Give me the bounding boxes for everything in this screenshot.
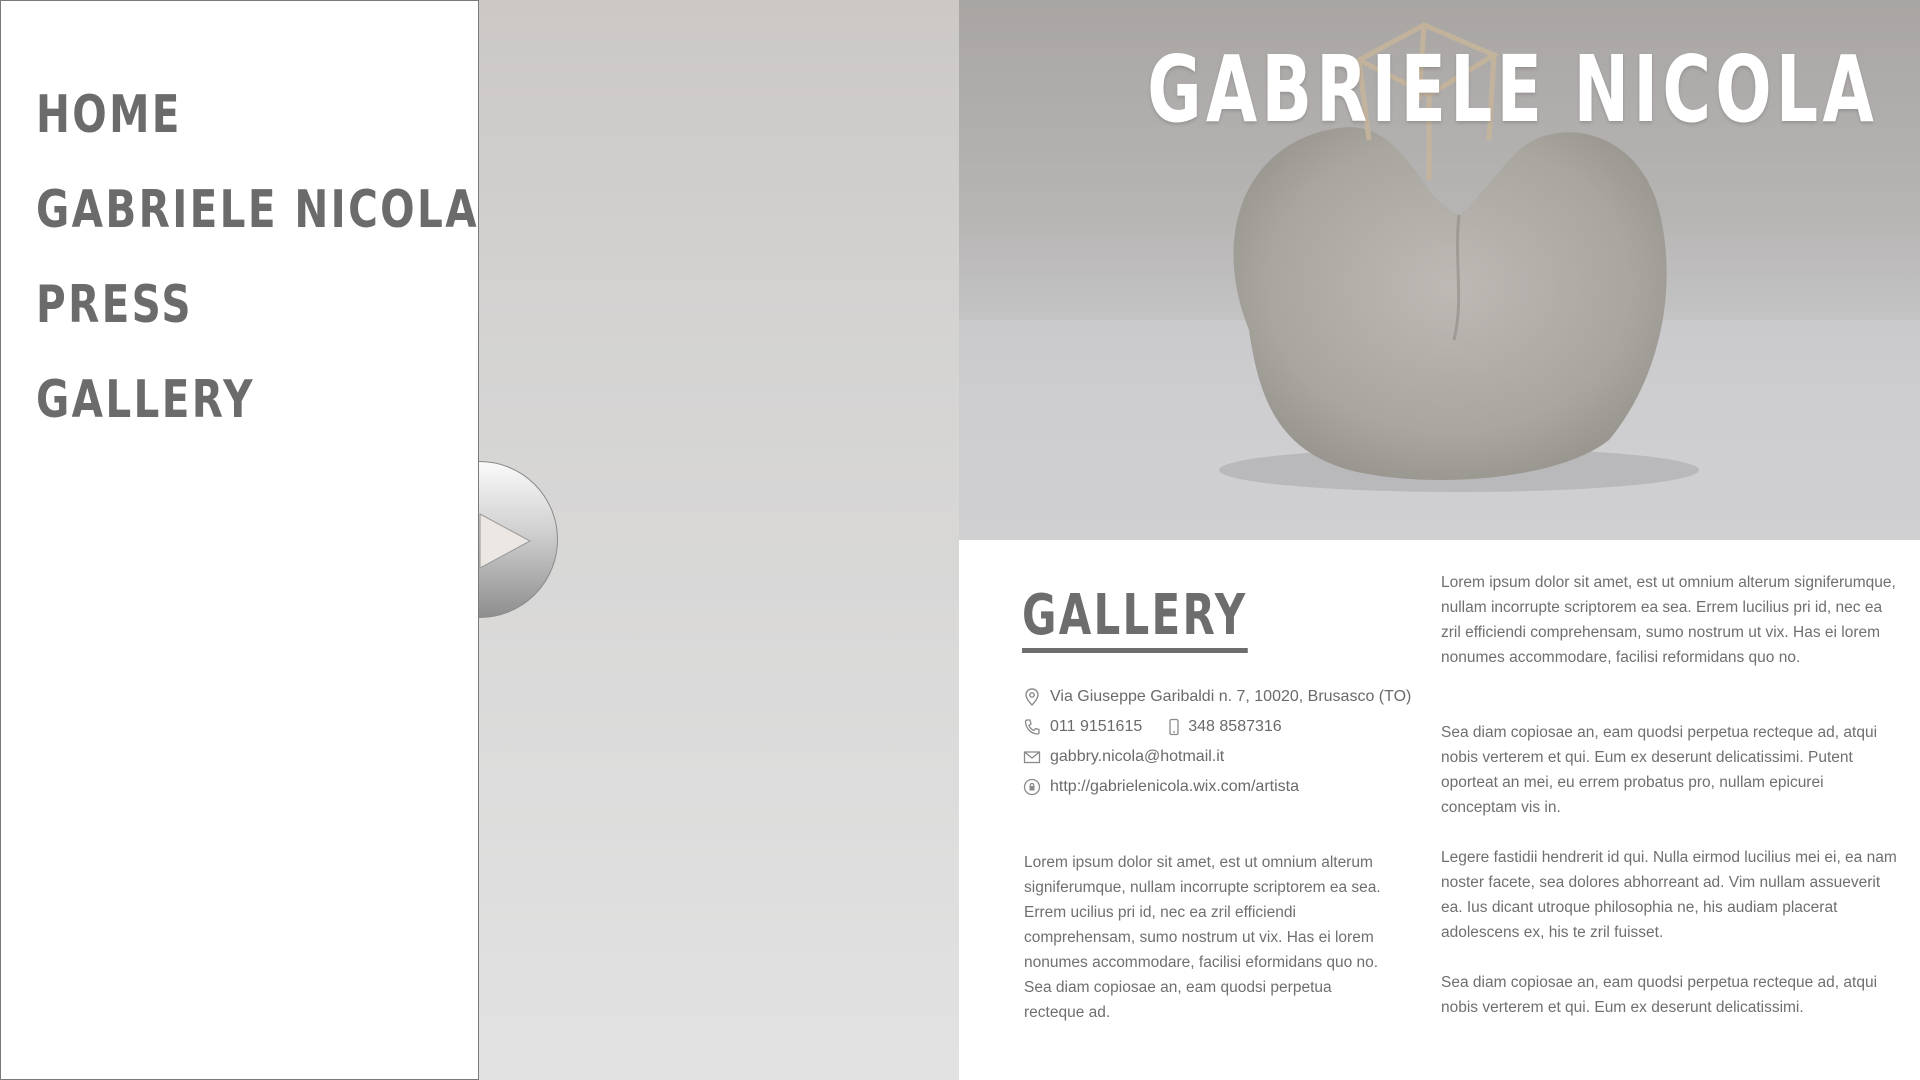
nav-item-gabriele-nicola[interactable]: GABRIELE NICOLA (36, 184, 479, 236)
website-link[interactable]: http://gabrielenicola.wix.com/artista (1050, 778, 1299, 796)
address-text: Via Giuseppe Garibaldi n. 7, 10020, Brus… (1050, 688, 1412, 705)
phone-text[interactable]: 011 9151615 (1050, 718, 1142, 736)
contact-website: http://gabrielenicola.wix.com/artista (1022, 775, 1299, 799)
right-paragraph-2: Sea diam copiosae an, eam quodsi perpetu… (1441, 724, 1878, 816)
contact-email: gabbry.nicola@hotmail.it (1022, 745, 1224, 769)
contact-phones: 011 9151615 348 8587316 (1022, 715, 1282, 739)
right-paragraph-4: Sea diam copiosae an, eam quodsi perpetu… (1441, 974, 1878, 1016)
left-paragraph: Lorem ipsum dolor sit amet, est ut omniu… (1024, 854, 1381, 1021)
map-pin-icon (1025, 688, 1039, 706)
globe-lock-icon (1023, 778, 1041, 796)
mobile-text[interactable]: 348 8587316 (1188, 718, 1281, 736)
phone-icon (1024, 719, 1040, 735)
sidebar-nav: HOME GABRIELE NICOLA PRESS GALLERY (0, 0, 479, 1080)
nav-item-home[interactable]: HOME (36, 89, 182, 141)
hero-image: GABRIELE NICOLA (959, 0, 1920, 540)
hero-title: GABRIELE NICOLA (1147, 36, 1878, 143)
section-heading: GALLERY (1022, 583, 1248, 654)
mobile-phone-icon (1169, 718, 1179, 736)
right-paragraph-3: Legere fastidii hendrerit id qui. Nulla … (1441, 849, 1897, 941)
email-link[interactable]: gabbry.nicola@hotmail.it (1050, 748, 1224, 766)
contact-address: Via Giuseppe Garibaldi n. 7, 10020, Brus… (1022, 685, 1411, 709)
gallery-content: GALLERY Via Giuseppe Garibaldi n. 7, 100… (959, 540, 1920, 1080)
page: HOME GABRIELE NICOLA PRESS GALLERY GABRI… (0, 0, 1920, 1080)
nav-item-press[interactable]: PRESS (36, 279, 193, 331)
envelope-icon (1023, 751, 1041, 764)
right-paragraph-1: Lorem ipsum dolor sit amet, est ut omniu… (1441, 574, 1896, 666)
nav-item-gallery[interactable]: GALLERY (36, 374, 255, 426)
